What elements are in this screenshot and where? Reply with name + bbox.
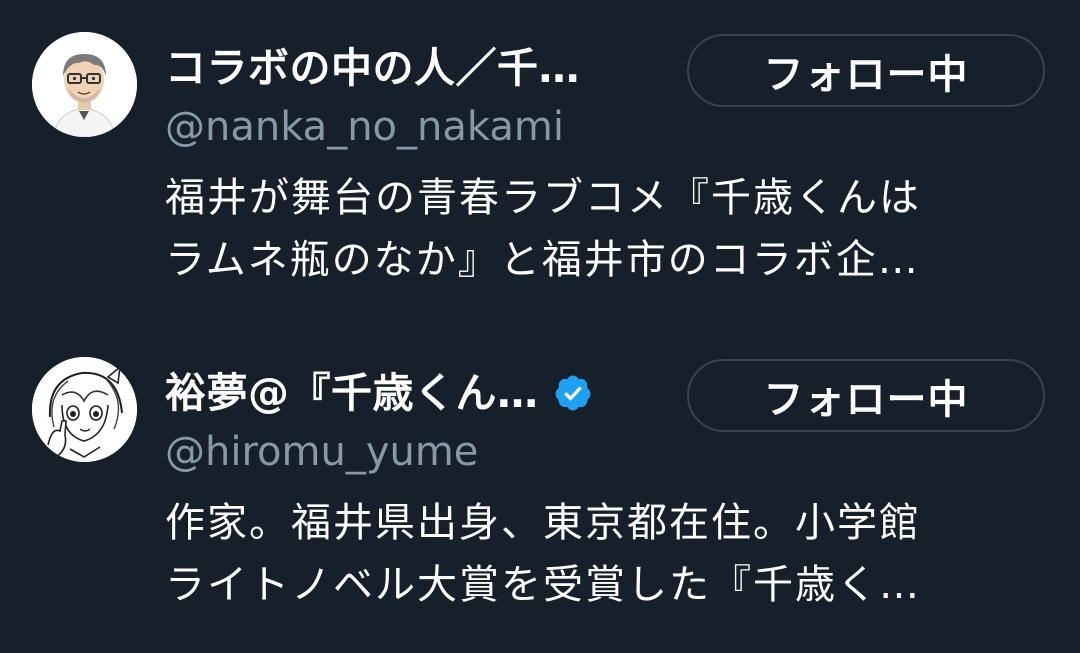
following-button[interactable]: フォロー中: [687, 359, 1045, 432]
avatar[interactable]: [32, 357, 137, 462]
user-handle[interactable]: @nanka_no_nakami: [165, 101, 564, 153]
following-button[interactable]: フォロー中: [687, 34, 1045, 107]
bio-line: ライトノベル大賞を受賞した『千歳く…: [165, 562, 921, 608]
bio-line: 作家。福井県出身、東京都在住。小学館: [165, 500, 921, 546]
anime-girl-sketch-avatar-icon: [32, 357, 137, 462]
user-list: コラボの中の人／千… @nanka_no_nakami フォロー中 福井が舞台の…: [0, 0, 1080, 653]
verified-badge-icon: [553, 373, 593, 413]
name-row: コラボの中の人／千…: [165, 40, 580, 96]
name-row: 裕夢@『千歳くん…: [165, 365, 593, 421]
display-name[interactable]: コラボの中の人／千…: [165, 40, 580, 96]
user-cell[interactable]: コラボの中の人／千… @nanka_no_nakami フォロー中 福井が舞台の…: [0, 0, 1080, 325]
bio-line: 福井が舞台の青春ラブコメ『千歳くんは: [165, 175, 921, 221]
cartoon-man-with-glasses-avatar-icon: [32, 32, 137, 137]
user-handle[interactable]: @hiromu_yume: [165, 426, 478, 478]
bio-line: ラムネ瓶のなか』と福井市のコラボ企…: [165, 237, 920, 283]
avatar[interactable]: [32, 32, 137, 137]
user-bio: 作家。福井県出身、東京都在住。小学館 ライトノベル大賞を受賞した『千歳く…: [165, 492, 1045, 616]
display-name[interactable]: 裕夢@『千歳くん…: [165, 365, 539, 421]
user-cell[interactable]: 裕夢@『千歳くん… @hiromu_yume フォロー中 作家。福井県出身、東京…: [0, 325, 1080, 653]
user-bio: 福井が舞台の青春ラブコメ『千歳くんは ラムネ瓶のなか』と福井市のコラボ企…: [165, 167, 1045, 291]
